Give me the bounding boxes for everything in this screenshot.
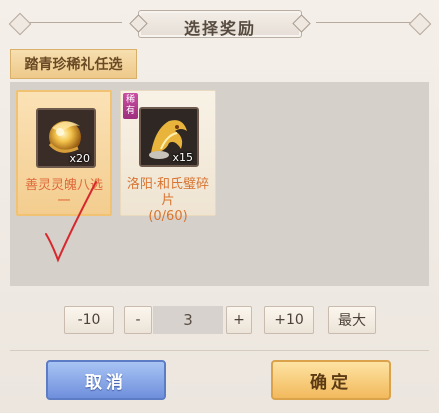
reward-quantity: x20 bbox=[69, 152, 90, 165]
reward-quantity: x15 bbox=[172, 151, 193, 164]
dialog-title: 选择奖励 bbox=[183, 19, 256, 38]
title-rule-right bbox=[316, 22, 416, 23]
divider bbox=[10, 350, 429, 351]
golden-dragon-icon: x15 bbox=[139, 107, 199, 167]
plus-one-button[interactable]: + bbox=[226, 306, 252, 334]
plus-ten-button[interactable]: +10 bbox=[264, 306, 314, 334]
minus-ten-button[interactable]: -10 bbox=[64, 306, 114, 334]
title-bar: 选择奖励 bbox=[0, 0, 439, 44]
reward-grid: x20 善灵灵魄八选一 x15 稀有 洛阳·和氏璧碎片 (0/60) bbox=[10, 82, 429, 286]
reward-card-heshibi-fragment[interactable]: x15 稀有 洛阳·和氏璧碎片 (0/60) bbox=[120, 90, 216, 224]
cancel-button[interactable]: 取消 bbox=[46, 360, 166, 400]
quantity-controls: -10 - 3 + +10 最大 bbox=[0, 305, 439, 335]
title-frame: 选择奖励 bbox=[138, 10, 302, 38]
category-tab[interactable]: 踏青珍稀礼任选 bbox=[10, 49, 137, 79]
minus-one-button[interactable]: - bbox=[124, 306, 152, 334]
title-ornament-left bbox=[8, 12, 32, 36]
red-checkmark-annotation bbox=[45, 181, 97, 263]
quantity-field[interactable]: 3 bbox=[153, 306, 223, 334]
rare-badge: 稀有 bbox=[123, 93, 138, 119]
reward-selection-dialog: 选择奖励 踏青珍稀礼任选 x20 善灵灵魄八选一 x15 稀有 洛阳·和氏璧碎片… bbox=[0, 0, 439, 413]
reward-name-text: 洛阳·和氏璧碎片 bbox=[126, 177, 210, 208]
title-ornament-right bbox=[408, 12, 432, 36]
confirm-button[interactable]: 确定 bbox=[271, 360, 391, 400]
golden-orb-icon: x20 bbox=[36, 108, 96, 168]
title-rule-left bbox=[22, 22, 122, 23]
max-button[interactable]: 最大 bbox=[328, 306, 376, 334]
reward-progress: (0/60) bbox=[148, 209, 188, 224]
reward-name: 洛阳·和氏璧碎片 (0/60) bbox=[125, 177, 211, 225]
